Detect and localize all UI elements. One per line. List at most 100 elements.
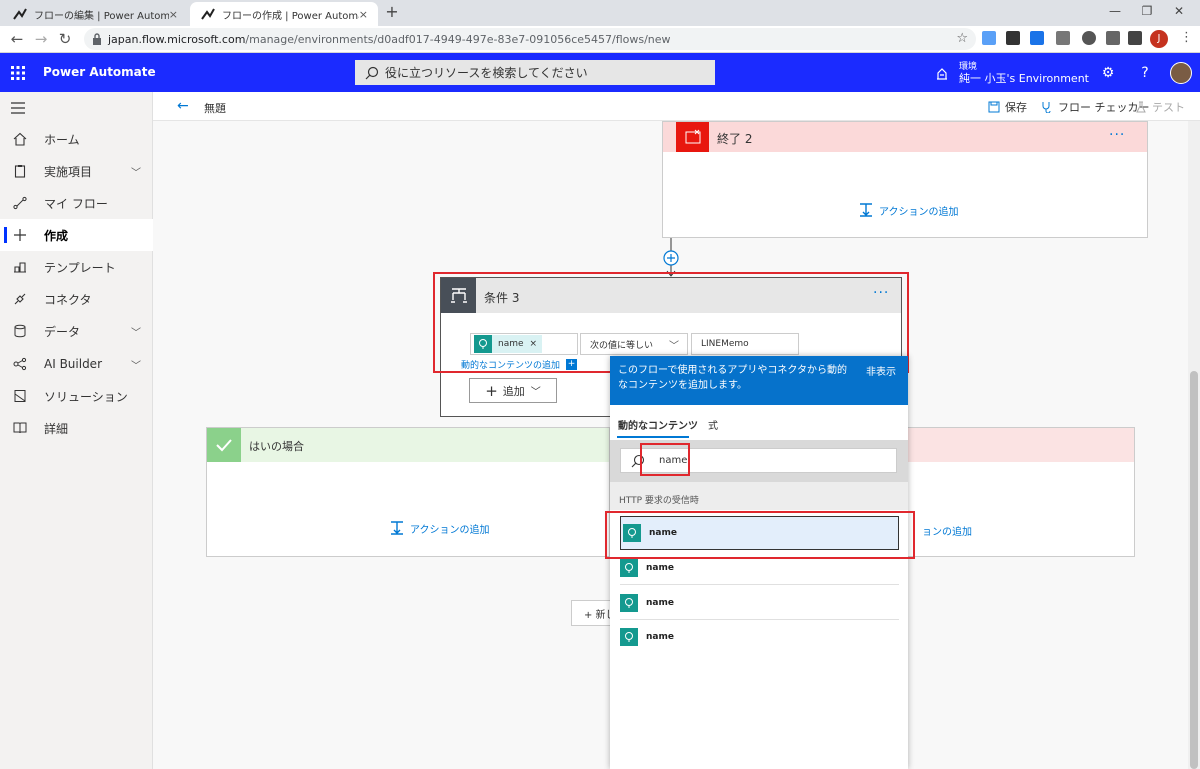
scrollbar-thumb[interactable] [1190, 371, 1198, 769]
add-action-label: アクションの追加 [879, 206, 959, 218]
home-icon [12, 131, 28, 147]
card-title: 終了 2 [717, 132, 753, 146]
add-action-icon [391, 521, 403, 535]
power-automate-icon [12, 6, 28, 22]
close-window-button[interactable]: ✕ [1172, 4, 1186, 18]
sidebar-item-label: テンプレート [44, 260, 116, 275]
no-branch-card: ョンの追加 [905, 427, 1135, 557]
tab-title: フローの編集 | Power Automate [34, 10, 169, 22]
plus-icon: + [485, 381, 498, 400]
http-request-icon [620, 628, 638, 646]
extension-icon[interactable] [1006, 31, 1020, 45]
flow-checker-button[interactable]: フロー チェッカー [1041, 99, 1150, 115]
back-arrow-icon[interactable]: ← [177, 98, 189, 114]
sidebar-item-label: ホーム [44, 132, 80, 147]
canvas-scrollbar[interactable] [1188, 121, 1200, 769]
forward-nav-icon[interactable]: → [32, 30, 50, 48]
flow-title[interactable]: 無題 [204, 100, 226, 116]
environment-name: 純一 小玉's Environment [959, 72, 1089, 85]
dynamic-content-panel: このフローで使用されるアプリやコネクタから動的なコンテンツを追加します。 非表示… [610, 356, 908, 769]
help-question-icon[interactable]: ? [1137, 65, 1153, 81]
highlight-box [640, 443, 690, 476]
sidebar-item-connectors[interactable]: コネクタ [0, 283, 153, 315]
settings-gear-icon[interactable]: ⚙ [1100, 65, 1116, 81]
add-action-label: ョンの追加 [922, 527, 972, 538]
sidebar-item-solutions[interactable]: ソリューション [0, 380, 153, 412]
environment-icon [937, 68, 947, 80]
close-tab-icon[interactable]: × [359, 8, 368, 21]
puzzle-extensions-icon[interactable] [1128, 31, 1142, 45]
sidebar-item-create[interactable]: 作成 [0, 219, 153, 251]
chevron-down-icon[interactable]: ﹀ [131, 324, 143, 339]
highlight-box [605, 511, 915, 559]
chevron-down-icon: ﹀ [530, 387, 541, 398]
more-options-icon[interactable]: ··· [1109, 127, 1125, 143]
sidebar-item-label: 作成 [44, 228, 69, 243]
ai-builder-icon [12, 356, 28, 372]
browser-toolbar: ← → ↻ japan.flow.microsoft.com/manage/en… [0, 26, 1200, 53]
add-action-link[interactable]: ョンの追加 [922, 523, 972, 538]
profile-avatar[interactable]: J [1150, 30, 1168, 48]
browser-tab-create-flow[interactable]: フローの作成 | Power Automate × [190, 2, 378, 26]
chevron-down-icon[interactable]: ﹀ [131, 357, 143, 372]
sidebar-item-learn[interactable]: 詳細 [0, 412, 153, 444]
sidebar-item-my-flows[interactable]: マイ フロー [0, 187, 153, 219]
sidebar-item-home[interactable]: ホーム [0, 123, 153, 155]
terminate-action-card[interactable]: 終了 2 ··· アクションの追加 [662, 121, 1148, 238]
tab-title: フローの作成 | Power Automate [222, 10, 359, 22]
tab-expression[interactable]: 式 [708, 417, 718, 432]
command-bar: ← 無題 保存 フロー チェッカー テスト [153, 92, 1200, 121]
user-avatar[interactable] [1170, 62, 1192, 84]
stethoscope-icon [1042, 102, 1051, 113]
card-header [906, 428, 1134, 462]
restore-window-button[interactable]: ❐ [1140, 4, 1154, 18]
url-host: japan.flow.microsoft.com [108, 32, 246, 46]
sidebar-item-data[interactable]: データ ﹀ [0, 315, 153, 347]
app-launcher-icon[interactable] [11, 66, 25, 80]
chevron-down-icon[interactable]: ﹀ [131, 164, 143, 179]
add-condition-row-button[interactable]: + 追加 ﹀ [469, 378, 557, 403]
address-bar[interactable]: japan.flow.microsoft.com/manage/environm… [84, 28, 976, 50]
section-header: HTTP 要求の受信時 [610, 482, 908, 510]
back-nav-icon[interactable]: ← [8, 30, 26, 48]
save-button[interactable]: 保存 [988, 99, 1027, 115]
sidebar-item-action-items[interactable]: 実施項目 ﹀ [0, 155, 153, 187]
minimize-window-button[interactable]: — [1108, 4, 1122, 18]
browser-menu-icon[interactable]: ⋮ [1180, 30, 1193, 45]
sidebar-item-ai-builder[interactable]: AI Builder ﹀ [0, 348, 153, 380]
close-tab-icon[interactable]: × [169, 8, 178, 21]
dynamic-content-item[interactable]: name [620, 586, 899, 620]
camera-extension-icon[interactable] [1106, 31, 1120, 45]
environment-picker[interactable]: 環境 純一 小玉's Environment [935, 58, 1089, 88]
extension-icon[interactable] [1056, 31, 1070, 45]
flow-icon [12, 195, 28, 211]
add-action-label: アクションの追加 [410, 524, 490, 536]
extension-icon[interactable] [982, 31, 996, 45]
sidebar-item-label: AI Builder [44, 357, 103, 371]
reload-icon[interactable]: ↻ [56, 30, 74, 48]
sidebar-item-label: コネクタ [44, 292, 92, 307]
bookmark-star-icon[interactable]: ☆ [956, 31, 968, 46]
item-label: name [646, 597, 674, 608]
add-action-link[interactable]: アクションの追加 [389, 520, 490, 536]
save-icon [988, 101, 1000, 113]
tab-dynamic-content[interactable]: 動的なコンテンツ [618, 417, 698, 432]
download-extension-icon[interactable] [1030, 31, 1044, 45]
add-action-link[interactable]: アクションの追加 [858, 202, 959, 218]
http-request-icon [620, 558, 638, 577]
sidebar-item-templates[interactable]: テンプレート [0, 251, 153, 283]
app-name[interactable]: Power Automate [43, 65, 156, 79]
dynamic-content-item[interactable]: name [620, 620, 899, 654]
active-indicator [4, 227, 7, 243]
browser-tab-edit-flow[interactable]: フローの編集 | Power Automate × [2, 2, 188, 26]
extension-icon[interactable] [1082, 31, 1096, 45]
panel-banner: このフローで使用されるアプリやコネクタから動的なコンテンツを追加します。 [610, 356, 908, 405]
new-tab-button[interactable]: + [384, 4, 400, 20]
lock-icon [92, 33, 102, 45]
item-label: name [646, 562, 674, 573]
hide-panel-link[interactable]: 非表示 [866, 363, 896, 378]
resource-search-input[interactable]: 役に立つリソースを検索してください [355, 60, 715, 85]
hamburger-menu-icon[interactable] [11, 102, 25, 114]
test-button[interactable]: テスト [1135, 99, 1185, 115]
plug-icon [12, 291, 28, 307]
